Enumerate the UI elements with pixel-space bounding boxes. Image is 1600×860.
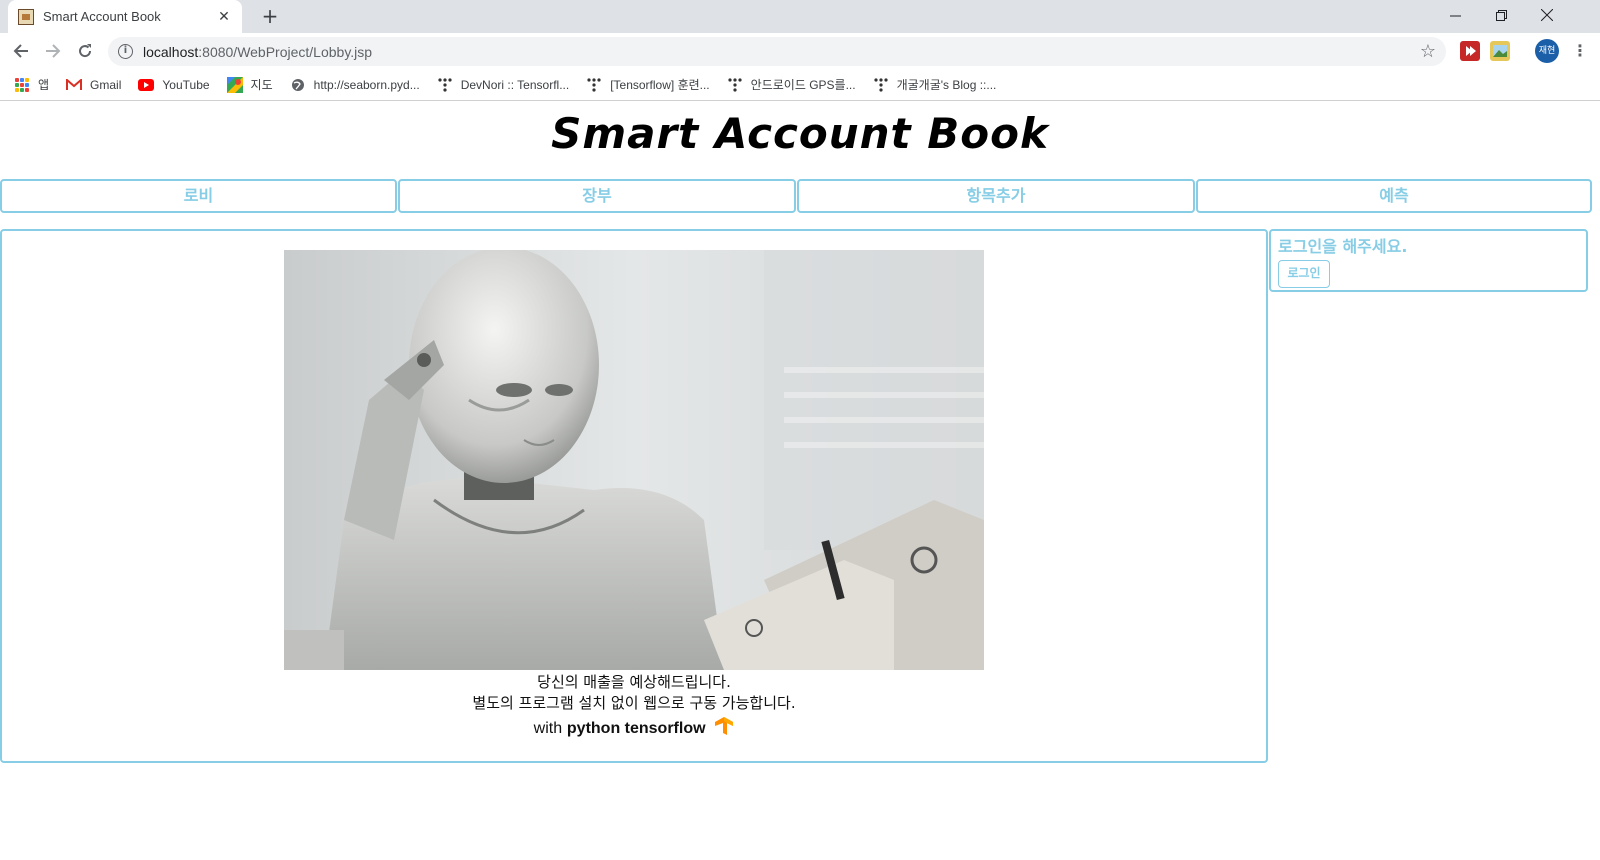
bookmark-star-icon[interactable]: ☆ (1420, 41, 1436, 62)
address-bar[interactable]: i localhost:8080/WebProject/Lobby.jsp ☆ (108, 37, 1446, 66)
tistory-icon (873, 77, 889, 93)
bookmark-gmail[interactable]: Gmail (66, 77, 121, 93)
bookmark-maps[interactable]: 지도 (226, 76, 273, 93)
menu-predict-button[interactable]: 예측 (1196, 179, 1592, 213)
tab-close-icon[interactable]: ✕ (216, 9, 232, 25)
login-panel: 로그인을 해주세요. 로그인 (1269, 229, 1588, 292)
main-panel: 당신의 매출을 예상해드립니다. 별도의 프로그램 설치 없이 웹으로 구동 가… (0, 229, 1268, 763)
bookmark-devnori[interactable]: DevNori :: Tensorfl... (437, 77, 569, 93)
youtube-icon (138, 77, 155, 93)
extension-image-icon[interactable] (1490, 41, 1510, 61)
maps-icon (226, 76, 243, 93)
menu-add-item-button[interactable]: 항목추가 (797, 179, 1195, 213)
bookmark-android-gps[interactable]: 안드로이드 GPS를... (727, 76, 856, 93)
bookmark-label: http://seaborn.pyd... (313, 77, 420, 92)
bookmark-label: Gmail (90, 77, 122, 92)
bookmark-label: 안드로이드 GPS를... (750, 78, 856, 92)
site-info-icon[interactable]: i (118, 44, 133, 59)
browser-toolbar: i localhost:8080/WebProject/Lobby.jsp ☆ … (0, 33, 1600, 69)
globe-icon (290, 77, 306, 93)
browser-tab[interactable]: Smart Account Book ✕ (8, 0, 242, 33)
robot-thinking-image (284, 250, 984, 670)
extension-red-icon[interactable] (1460, 41, 1480, 61)
url-text: localhost:8080/WebProject/Lobby.jsp (143, 44, 1420, 60)
new-tab-button[interactable]: + (258, 5, 282, 29)
page-content: Smart Account Book 로비 장부 항목추가 예측 당신의 매출을… (0, 101, 1600, 860)
menu-more-icon[interactable]: ⋮ (1570, 39, 1590, 63)
reload-icon[interactable] (73, 39, 97, 63)
url-path: :8080/WebProject/Lobby.jsp (198, 43, 373, 60)
caption-line-2: 별도의 프로그램 설치 없이 웹으로 구동 가능합니다. (472, 694, 796, 712)
menu-ledger-button[interactable]: 장부 (398, 179, 796, 213)
bookmark-label: 개굴개굴's Blog ::... (896, 78, 997, 92)
bookmark-label: YouTube (162, 77, 210, 92)
forward-icon[interactable] (41, 39, 65, 63)
bookmark-blog[interactable]: 개굴개굴's Blog ::... (873, 76, 997, 93)
bookmark-label: DevNori :: Tensorfl... (460, 77, 570, 92)
profile-avatar[interactable]: 재현 (1535, 39, 1559, 63)
minimize-icon[interactable] (1432, 0, 1478, 30)
restore-icon[interactable] (1478, 0, 1524, 30)
login-prompt: 로그인을 해주세요. (1278, 237, 1408, 256)
caption-tech: python tensorflow (566, 720, 706, 737)
bookmark-label: 앱 (38, 78, 50, 92)
close-window-icon[interactable] (1524, 0, 1570, 30)
tistory-icon (437, 77, 453, 93)
caption-line-3: with python tensorflow (2, 716, 1266, 739)
main-menu: 로비 장부 항목추가 예측 (0, 179, 1600, 213)
menu-lobby-button[interactable]: 로비 (0, 179, 397, 213)
site-title: Smart Account Book (551, 109, 1049, 158)
site-favicon-icon (18, 8, 34, 25)
bookmark-label: [Tensorflow] 훈련... (610, 78, 710, 92)
bookmark-youtube[interactable]: YouTube (138, 77, 210, 93)
url-host: localhost (143, 43, 199, 60)
login-button[interactable]: 로그인 (1278, 260, 1330, 288)
back-icon[interactable] (9, 39, 33, 63)
tab-strip: Smart Account Book ✕ + (0, 0, 1600, 33)
bookmark-seaborn[interactable]: http://seaborn.pyd... (290, 77, 420, 93)
caption-with: with (533, 720, 563, 737)
tistory-icon (727, 77, 743, 93)
gmail-icon (66, 77, 83, 93)
apps-icon (14, 77, 30, 93)
caption-line-1: 당신의 매출을 예상해드립니다. (537, 673, 731, 691)
tistory-icon (586, 77, 602, 93)
hero-caption: 당신의 매출을 예상해드립니다. 별도의 프로그램 설치 없이 웹으로 구동 가… (2, 672, 1266, 739)
tab-title: Smart Account Book (43, 9, 161, 24)
bookmarks-bar: 앱 Gmail YouTube 지도 http://seaborn.pyd...… (0, 69, 1600, 101)
tensorflow-icon (715, 717, 734, 735)
bookmark-apps[interactable]: 앱 (14, 76, 49, 93)
bookmark-label: 지도 (250, 78, 273, 92)
bookmark-tensorflow-training[interactable]: [Tensorflow] 훈련... (586, 76, 710, 93)
